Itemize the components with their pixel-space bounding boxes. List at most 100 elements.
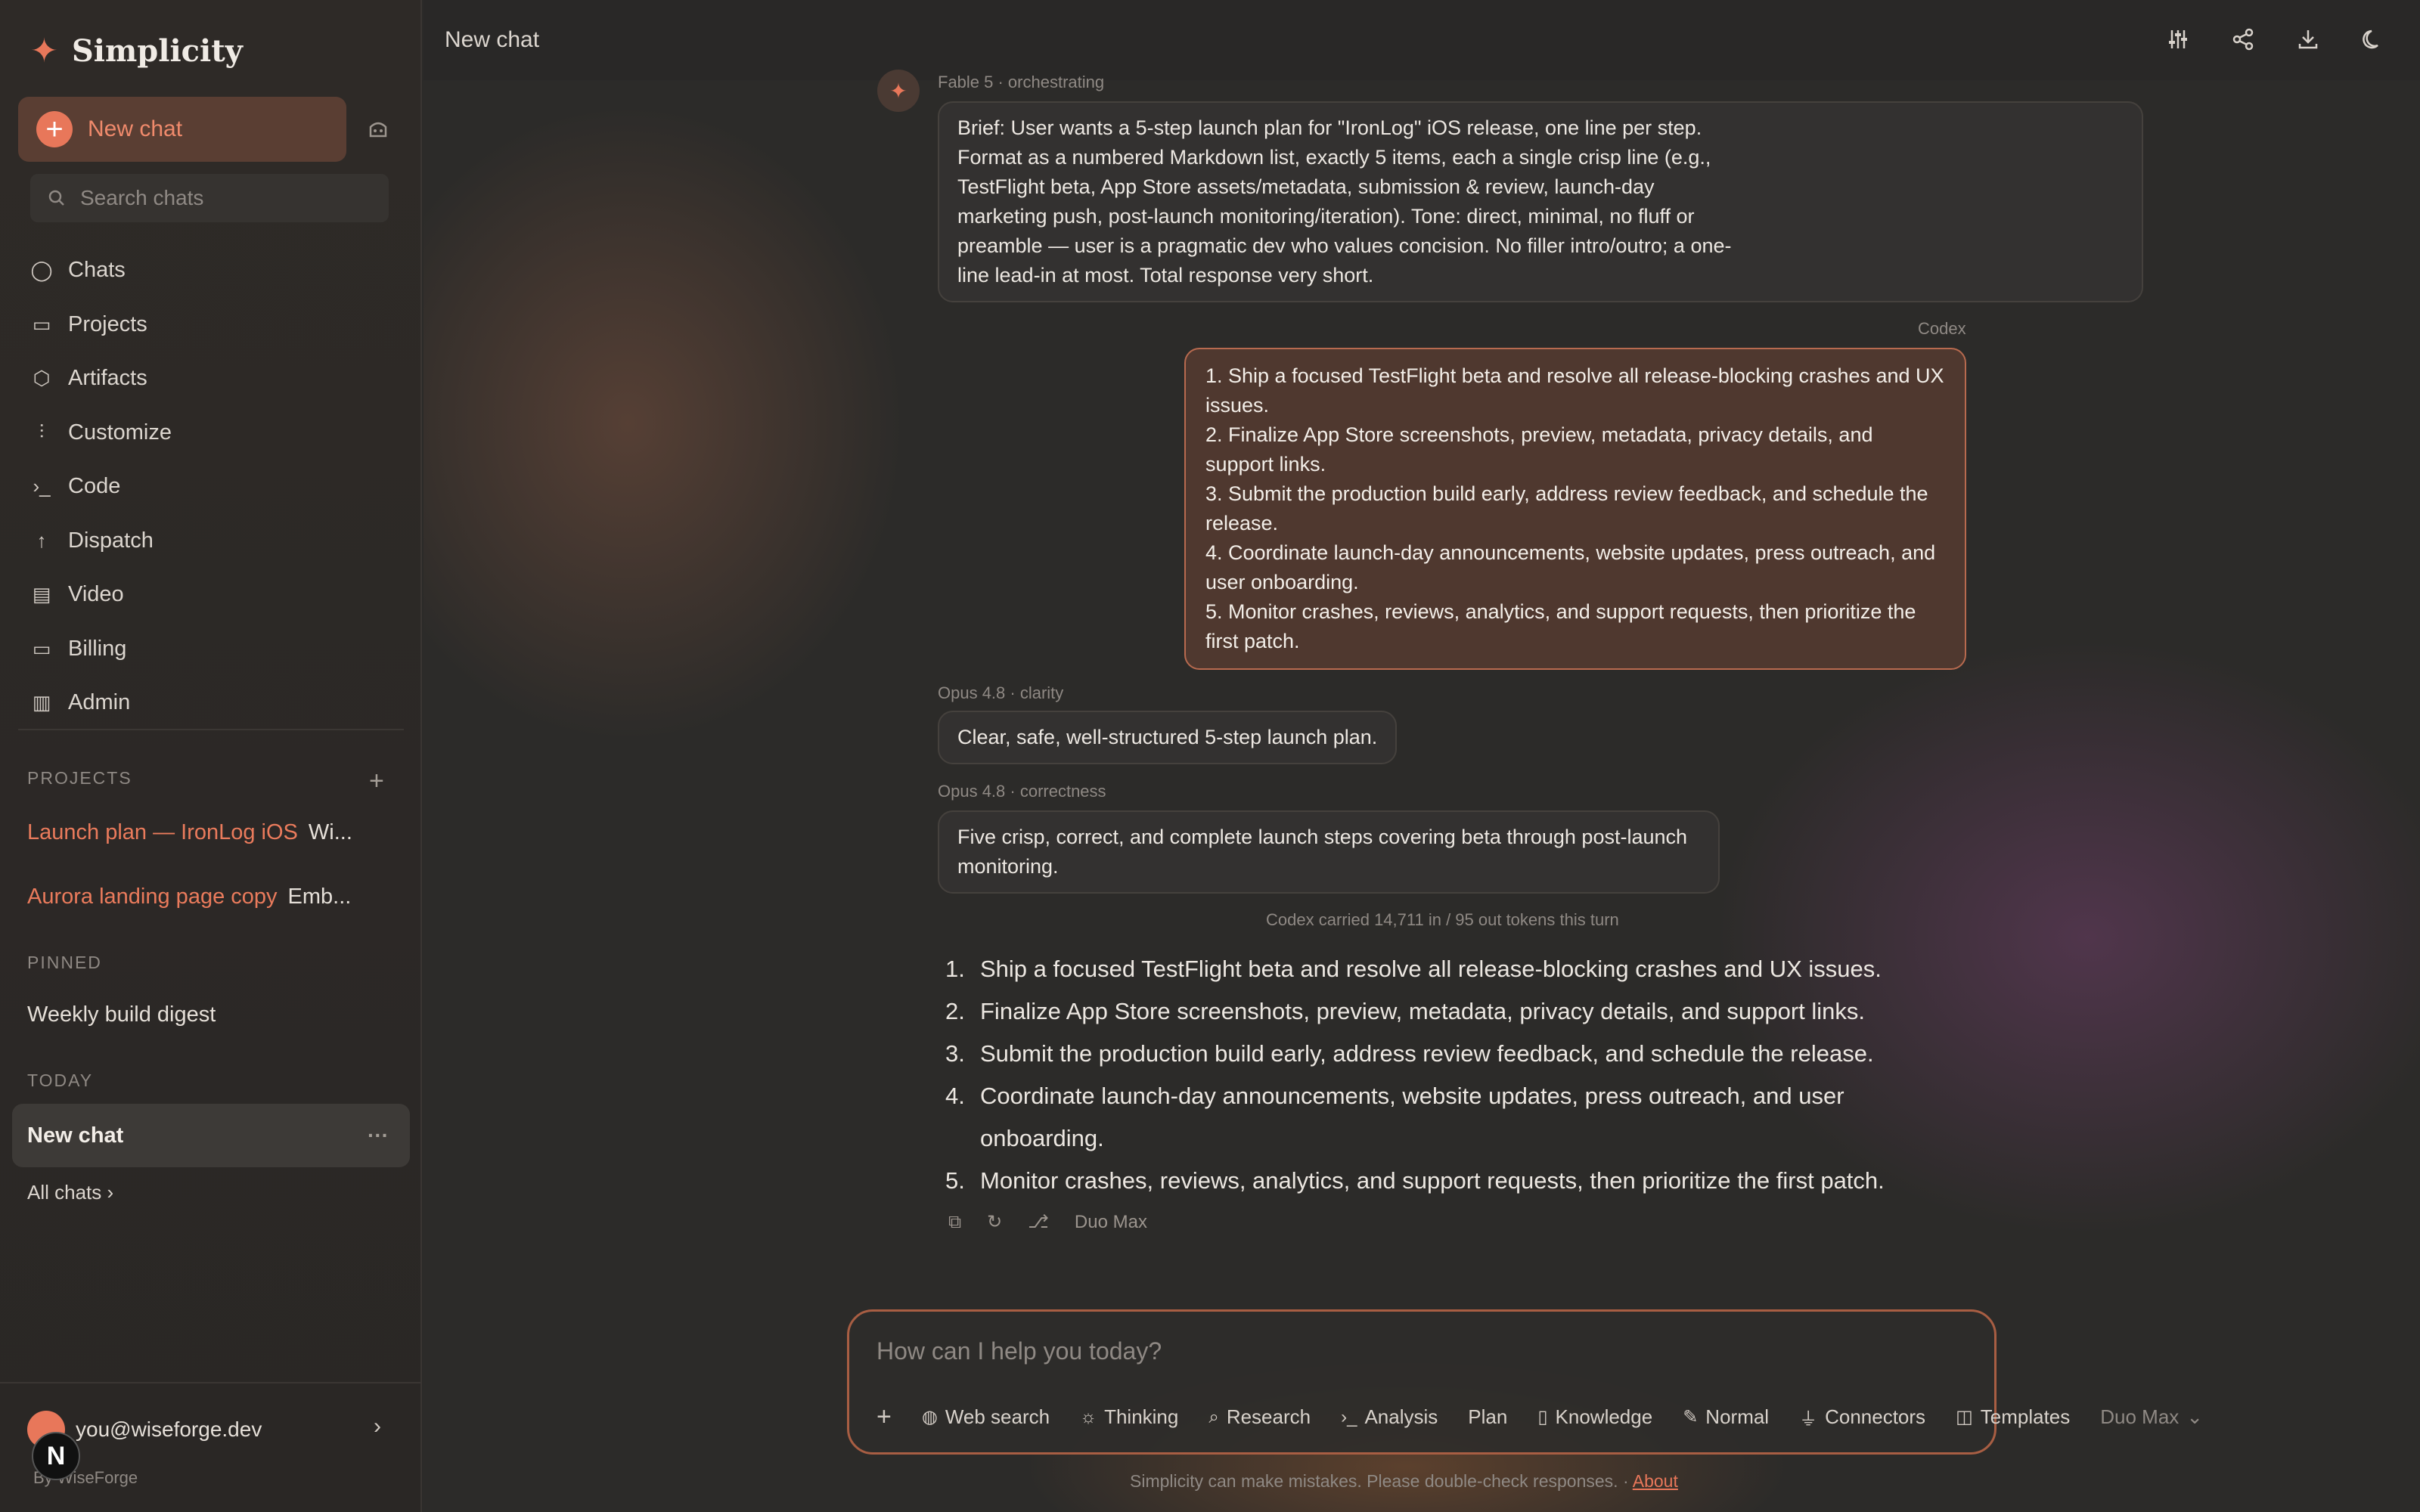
sliders-icon[interactable] bbox=[2164, 26, 2192, 53]
list-number: 3. bbox=[945, 1040, 965, 1067]
message-actions: ⧉ ↻ ⎇ Duo Max bbox=[948, 1211, 1147, 1233]
list-text: Ship a focused TestFlight beta and resol… bbox=[980, 956, 1882, 982]
sidebar-item-projects[interactable]: ▭ Projects bbox=[30, 298, 172, 352]
chat-main: New chat ✦ Fable 5 · orchestrating Brief… bbox=[424, 0, 2420, 1512]
search-placeholder: Search chats bbox=[80, 186, 204, 209]
list-item: 4. Coordinate launch-day announcements, w… bbox=[945, 1075, 1959, 1160]
tool-label: Plan bbox=[1468, 1405, 1508, 1428]
sidebar-item-admin[interactable]: ▥ Admin bbox=[30, 676, 172, 730]
chevron-down-icon: ⌄ bbox=[2186, 1405, 2204, 1428]
about-link[interactable]: About bbox=[1633, 1471, 1678, 1491]
tool-research[interactable]: ⌕ Research bbox=[1208, 1405, 1311, 1429]
sparkle-logo-icon: ✦ bbox=[30, 32, 58, 70]
terminal-icon: ›_ bbox=[1341, 1406, 1357, 1427]
pinned-chat-item[interactable]: Weekly build digest bbox=[27, 1002, 216, 1027]
arrow-up-icon: ↑ bbox=[36, 528, 47, 552]
moon-icon[interactable] bbox=[2360, 26, 2387, 53]
more-options-icon[interactable]: ··· bbox=[368, 1123, 389, 1148]
new-chat-button[interactable]: + New chat bbox=[18, 97, 346, 162]
final-answer-list: 1. Ship a focused TestFlight beta and res… bbox=[945, 948, 1959, 1202]
globe-icon: ◍ bbox=[921, 1407, 938, 1427]
tool-knowledge[interactable]: ▯ Knowledge bbox=[1537, 1405, 1652, 1429]
sidebar-item-label: Dispatch bbox=[68, 528, 154, 553]
list-number: 1. bbox=[945, 956, 965, 982]
brief-text: Brief: User wants a 5-step launch plan f… bbox=[957, 116, 1732, 287]
project-item[interactable]: Launch plan — IronLog iOS Wi... bbox=[27, 820, 352, 845]
composer-tools: + ◍ Web search ☼ Thinking ⌕ Research ›_ Anal… bbox=[876, 1402, 2203, 1432]
composer[interactable]: How can I help you today? + ◍ Web search … bbox=[847, 1309, 2203, 1455]
tool-label: Thinking bbox=[1104, 1405, 1179, 1428]
n-badge-icon[interactable]: N bbox=[32, 1432, 80, 1480]
orchestrator-meta: Fable 5 · orchestrating bbox=[938, 73, 1105, 91]
tool-label: Research bbox=[1226, 1405, 1311, 1428]
sidebar-item-label: Admin bbox=[68, 690, 131, 715]
token-usage: Codex carried 14,711 in / 95 out tokens … bbox=[1266, 910, 1619, 929]
model-selector-label: Duo Max bbox=[2100, 1405, 2180, 1428]
share-icon[interactable] bbox=[2229, 26, 2257, 53]
film-icon: ▤ bbox=[32, 583, 51, 606]
codex-item: 5. Monitor crashes, reviews, analytics, … bbox=[1205, 600, 1916, 652]
bar-chart-icon: ▥ bbox=[32, 691, 51, 714]
project-desc: Wi... bbox=[308, 820, 352, 844]
retry-icon[interactable]: ↻ bbox=[987, 1211, 1002, 1233]
chevron-right-icon[interactable]: › bbox=[374, 1414, 381, 1439]
clarity-bubble: Clear, safe, well-structured 5-step laun… bbox=[938, 711, 1398, 764]
tool-templates[interactable]: ◫ Templates bbox=[1956, 1405, 2070, 1429]
codex-item: 4. Coordinate launch-day announcements, … bbox=[1205, 541, 1936, 593]
codex-bubble: 1. Ship a focused TestFlight beta and re… bbox=[1184, 348, 1966, 670]
tool-label: Templates bbox=[1980, 1405, 2071, 1428]
correctness-bubble: Five crisp, correct, and complete launch… bbox=[938, 810, 1720, 894]
branch-icon[interactable]: ⎇ bbox=[1028, 1211, 1049, 1233]
sidebar-item-label: Projects bbox=[68, 311, 147, 336]
list-item: 3. Submit the production build early, add… bbox=[945, 1033, 1959, 1075]
lightbulb-icon: ☼ bbox=[1080, 1406, 1097, 1427]
tool-label: Connectors bbox=[1825, 1405, 1926, 1428]
new-chat-label: New chat bbox=[88, 116, 183, 141]
sidebar-item-label: Chats bbox=[68, 258, 126, 283]
sidebar-item-customize[interactable]: ⫶ Customize bbox=[30, 406, 172, 460]
sidebar-item-label: Code bbox=[68, 474, 121, 499]
tool-plan[interactable]: Plan bbox=[1468, 1405, 1507, 1429]
list-number: 4. bbox=[945, 1083, 965, 1109]
project-name: Aurora landing page copy bbox=[27, 885, 278, 909]
add-project-icon[interactable]: + bbox=[369, 767, 384, 796]
tool-normal[interactable]: ✎ Normal bbox=[1683, 1405, 1769, 1429]
sidebar-item-code[interactable]: ›_ Code bbox=[30, 460, 172, 514]
document-icon: ▯ bbox=[1537, 1407, 1548, 1427]
download-icon[interactable] bbox=[2294, 26, 2322, 53]
sidebar-item-label: Billing bbox=[68, 636, 127, 661]
codex-item: 1. Ship a focused TestFlight beta and re… bbox=[1205, 364, 1944, 417]
brand[interactable]: ✦ Simplicity bbox=[30, 33, 243, 69]
tool-thinking[interactable]: ☼ Thinking bbox=[1080, 1405, 1178, 1429]
folder-icon: ▭ bbox=[32, 312, 51, 336]
sidebar-item-artifacts[interactable]: ⬡ Artifacts bbox=[30, 352, 172, 406]
list-text: Coordinate launch-day announcements, web… bbox=[980, 1083, 1844, 1151]
tool-analysis[interactable]: ›_ Analysis bbox=[1341, 1405, 1438, 1429]
message-input[interactable]: How can I help you today? bbox=[876, 1337, 1162, 1365]
sidebar-item-label: Artifacts bbox=[68, 366, 147, 391]
user-email: you@wiseforge.dev bbox=[76, 1418, 262, 1441]
copy-icon[interactable]: ⧉ bbox=[948, 1212, 961, 1233]
list-number: 5. bbox=[945, 1167, 965, 1194]
sidebar-item-billing[interactable]: ▭ Billing bbox=[30, 622, 172, 677]
model-selector[interactable]: Duo Max ⌄ bbox=[2100, 1405, 2203, 1429]
attach-button[interactable]: + bbox=[876, 1402, 892, 1432]
tool-label: Knowledge bbox=[1555, 1405, 1653, 1428]
sidebar-item-label: Video bbox=[68, 582, 124, 607]
sidebar-item-chats[interactable]: ◯ Chats bbox=[30, 243, 172, 298]
chat-item-active[interactable]: New chat ··· bbox=[12, 1104, 410, 1167]
incognito-icon[interactable] bbox=[368, 119, 389, 139]
project-item[interactable]: Aurora landing page copy Emb... bbox=[27, 885, 351, 909]
page-title: New chat bbox=[445, 27, 540, 52]
sidebar-item-video[interactable]: ▤ Video bbox=[30, 568, 172, 622]
search-input[interactable]: Search chats bbox=[30, 174, 389, 222]
tool-web-search[interactable]: ◍ Web search bbox=[922, 1405, 1050, 1429]
clarity-meta: Opus 4.8 · clarity bbox=[938, 683, 1064, 702]
list-number: 2. bbox=[945, 998, 965, 1024]
all-chats-link[interactable]: All chats › bbox=[27, 1181, 113, 1204]
tool-connectors[interactable]: ⏚ Connectors bbox=[1799, 1404, 1925, 1430]
list-item: 1. Ship a focused TestFlight beta and res… bbox=[945, 948, 1959, 990]
user-divider bbox=[0, 1382, 422, 1383]
sidebar-item-dispatch[interactable]: ↑ Dispatch bbox=[30, 514, 172, 569]
pen-icon: ✎ bbox=[1683, 1407, 1699, 1427]
